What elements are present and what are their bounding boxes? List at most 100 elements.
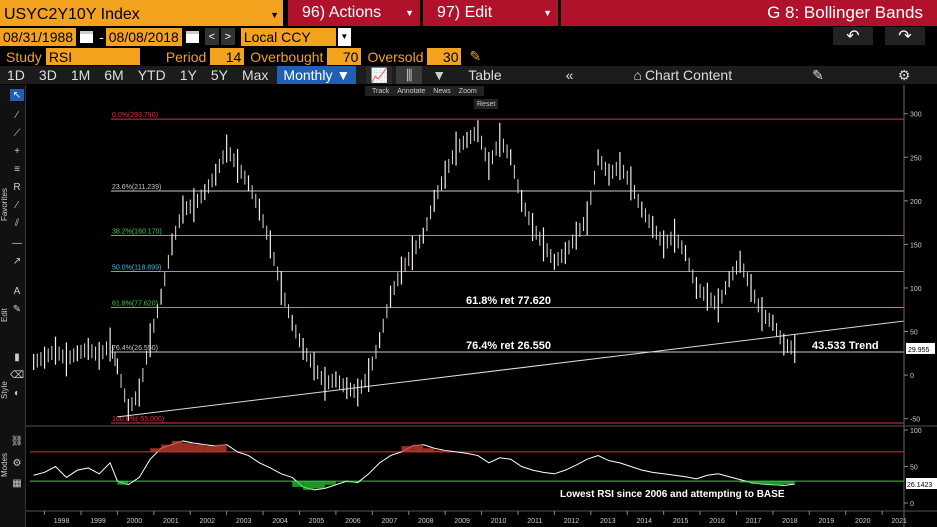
arrow-icon[interactable]: ↗	[10, 255, 24, 267]
end-date-input[interactable]: 08/08/2018	[105, 27, 182, 46]
x-tick-label: 2011	[527, 518, 542, 525]
rsi-tick-label: 50	[910, 465, 918, 472]
edit-chart-icon[interactable]: ✎	[802, 66, 834, 84]
overbought-fill	[172, 440, 183, 452]
reset-button[interactable]: Reset	[474, 99, 499, 109]
gear-icon[interactable]: ⚙	[888, 66, 921, 84]
annotation-61-8: 61.8% ret 77.620	[466, 295, 551, 307]
currency-select[interactable]: Local CCY	[240, 27, 336, 46]
marker-icon[interactable]: ▮	[10, 351, 24, 363]
range-3d[interactable]: 3D	[32, 66, 64, 84]
style-tab[interactable]: Style	[0, 375, 9, 405]
text-icon[interactable]: A	[10, 285, 24, 297]
table-button[interactable]: Table	[458, 66, 511, 84]
x-tick-label: 1999	[90, 518, 106, 525]
edit-label: 97) Edit	[437, 4, 493, 21]
ticker-field[interactable]: USYC2Y10Y Index ▼	[0, 0, 283, 26]
x-tick-label: 2006	[345, 518, 361, 525]
pen-icon[interactable]: ✎	[10, 303, 24, 315]
line-chart-icon[interactable]: 📈	[366, 66, 393, 84]
rsi-tick-label: 0	[910, 501, 914, 508]
ticker-label: USYC2Y10Y Index	[4, 6, 140, 23]
range-6m[interactable]: 6M	[97, 66, 130, 84]
edit-tab[interactable]: Edit	[0, 300, 9, 330]
range-ytd[interactable]: YTD	[131, 66, 173, 84]
overbought-fill	[401, 446, 413, 452]
actions-menu[interactable]: 96) Actions ▼	[288, 0, 420, 26]
trend-icon[interactable]: ∕	[10, 199, 24, 211]
ticker-dropdown-icon[interactable]: ▼	[270, 10, 279, 20]
frequency-select[interactable]: Monthly ▼	[277, 66, 357, 84]
grid-icon[interactable]: ▦	[10, 477, 24, 489]
date-separator: -	[99, 28, 104, 45]
collapse-icon[interactable]: «	[556, 66, 584, 84]
cursor-icon[interactable]: ↖	[10, 89, 24, 101]
gear-icon[interactable]: ⚙	[10, 457, 24, 469]
period-label: Period	[165, 48, 207, 65]
overbought-label: Overbought	[250, 48, 324, 65]
favorites-tab[interactable]: Favorites	[0, 175, 9, 235]
x-tick-label: 2015	[673, 518, 689, 525]
period-input[interactable]: 14	[210, 48, 245, 65]
x-tick-label: 2014	[636, 518, 652, 525]
crosshair-icon[interactable]: +	[10, 145, 24, 157]
fib-label: 0.0%(293.790)	[112, 112, 158, 119]
oversold-input[interactable]: 30	[427, 48, 462, 65]
chevron-down-icon: ▼	[405, 8, 414, 18]
calendar-icon[interactable]	[80, 30, 94, 43]
chevron-down-icon[interactable]: ▼	[337, 27, 351, 46]
link-icon[interactable]: ⛓	[10, 435, 24, 447]
candlestick-icon[interactable]: ⫼	[396, 66, 423, 84]
hline-icon[interactable]: —	[10, 237, 24, 249]
redo-button[interactable]: ↷	[885, 27, 925, 45]
range-max[interactable]: Max	[235, 66, 275, 84]
overbought-fill	[423, 448, 435, 452]
chart-content-label: Chart Content	[644, 67, 733, 83]
prev-period-button[interactable]: <	[204, 28, 219, 45]
range-1m[interactable]: 1M	[64, 66, 97, 84]
chevron-down-icon[interactable]: ▼	[426, 66, 452, 84]
ruler-icon[interactable]: ⟋	[10, 127, 24, 139]
eraser-icon[interactable]: ⌫	[10, 369, 24, 381]
price-chart[interactable]: 0.0%(293.790) 23.6%(211.239) 38.2%(160.170…	[26, 85, 937, 527]
overbought-input[interactable]: 70	[327, 48, 362, 65]
overbought-fill	[412, 444, 424, 452]
pencil-icon[interactable]: ✎	[469, 48, 481, 65]
rsi-annotation: Lowest RSI since 2006 and attempting to …	[560, 489, 785, 500]
x-tick-label: 2008	[418, 518, 434, 525]
fibonacci-icon[interactable]: ≡	[10, 163, 24, 175]
undo-button[interactable]: ↶	[833, 27, 873, 45]
oversold-fill	[783, 481, 795, 485]
oversold-label: Oversold	[367, 48, 424, 65]
annotate-button[interactable]: Annotate	[397, 88, 425, 95]
line-tool-icon[interactable]: ∕	[10, 109, 24, 121]
fib-label: 50.0%(118.899)	[112, 264, 161, 271]
overbought-fill	[215, 444, 227, 452]
news-button[interactable]: News	[433, 88, 451, 95]
calendar-icon[interactable]	[185, 30, 199, 43]
range-1y[interactable]: 1Y	[173, 66, 204, 84]
next-period-button[interactable]: >	[220, 28, 235, 45]
zoom-button[interactable]: Zoom	[459, 88, 477, 95]
retracement-icon[interactable]: R	[10, 181, 24, 193]
x-tick-label: 2004	[272, 518, 288, 525]
chevron-down-icon: ▼	[543, 8, 552, 18]
y-tick-label: 250	[910, 155, 922, 162]
channel-icon[interactable]: ⫽	[10, 217, 24, 229]
study-select[interactable]: RSI	[45, 48, 140, 65]
range-5y[interactable]: 5Y	[204, 66, 235, 84]
fib-label: 38.2%(160.170)	[112, 229, 162, 236]
edit-menu[interactable]: 97) Edit ▼	[423, 0, 558, 26]
overbought-fill	[204, 446, 216, 452]
range-1d[interactable]: 1D	[0, 66, 32, 84]
track-button[interactable]: Track	[372, 88, 389, 95]
oversold-fill	[324, 481, 336, 485]
x-tick-label: 2001	[163, 518, 179, 525]
oversold-fill	[303, 481, 315, 490]
start-date-input[interactable]: 08/31/1988	[0, 27, 77, 46]
modes-tab[interactable]: Modes	[0, 450, 9, 480]
paint-icon[interactable]: ◐	[10, 387, 24, 399]
chart-content-button[interactable]: ⌂ Chart Content	[623, 66, 742, 84]
chart-title: G 8: Bollinger Bands	[561, 0, 937, 26]
x-tick-label: 2005	[309, 518, 325, 525]
